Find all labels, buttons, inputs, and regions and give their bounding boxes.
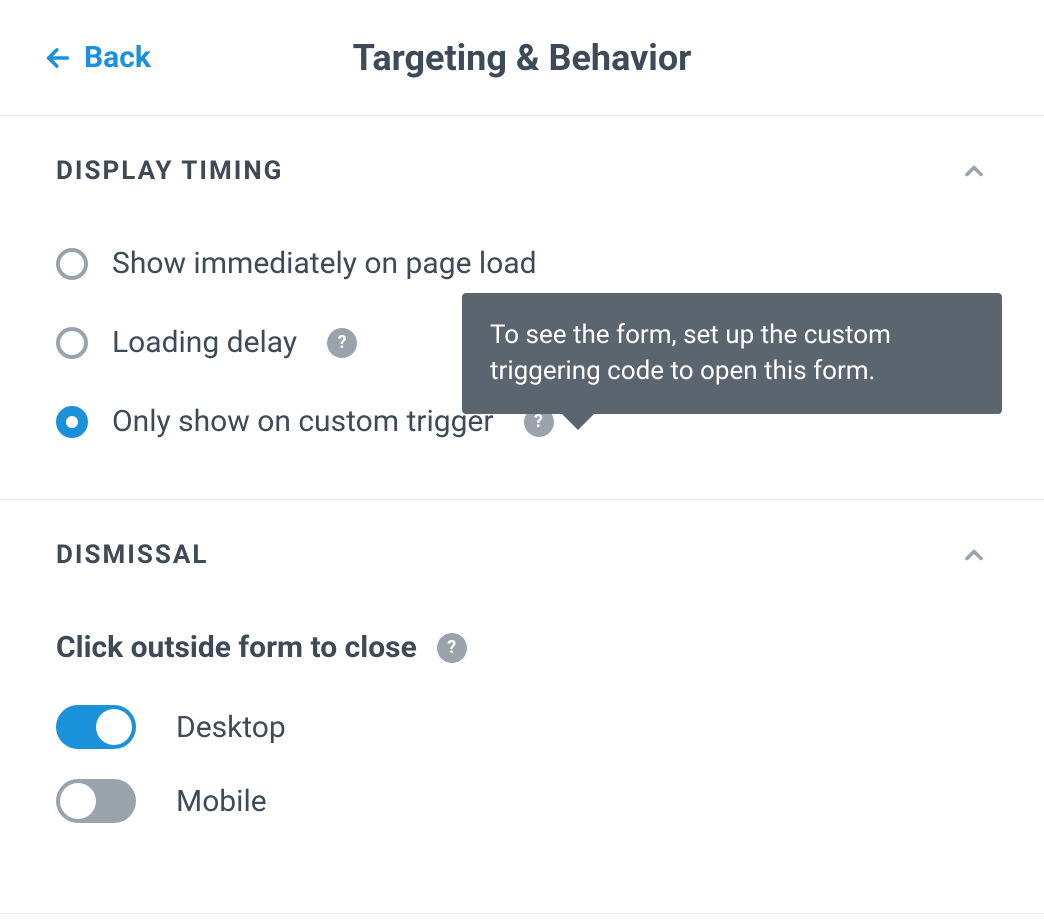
- toggle-mobile[interactable]: [56, 779, 136, 823]
- tooltip: To see the form, set up the custom trigg…: [462, 293, 1002, 414]
- help-icon[interactable]: ?: [437, 633, 467, 663]
- section-dismissal: Dismissal Click outside form to close ? …: [0, 500, 1044, 914]
- toggle-label: Mobile: [176, 784, 267, 819]
- page-title: Targeting & Behavior: [0, 37, 1044, 79]
- back-button[interactable]: Back: [44, 40, 151, 75]
- radio-label: Loading delay: [112, 325, 297, 360]
- help-icon[interactable]: ?: [327, 328, 357, 358]
- arrow-left-icon: [44, 44, 72, 72]
- radio-input[interactable]: [56, 327, 88, 359]
- radio-input[interactable]: [56, 248, 88, 280]
- section-title: Display Timing: [56, 156, 283, 186]
- radio-row-immediate[interactable]: Show immediately on page load: [56, 246, 988, 281]
- back-label: Back: [84, 40, 151, 75]
- radio-label: Only show on custom trigger: [112, 404, 494, 439]
- click-outside-label: Click outside form to close ?: [56, 630, 988, 665]
- radio-input[interactable]: [56, 406, 88, 438]
- toggle-row-desktop: Desktop: [56, 705, 988, 749]
- chevron-up-icon: [960, 157, 988, 185]
- section-title: Dismissal: [56, 540, 208, 570]
- radio-label: Show immediately on page load: [112, 246, 537, 281]
- tooltip-text: To see the form, set up the custom trigg…: [490, 320, 891, 386]
- section-header-dismissal[interactable]: Dismissal: [56, 540, 988, 570]
- toggle-desktop[interactable]: [56, 705, 136, 749]
- chevron-up-icon: [960, 541, 988, 569]
- section-header-display-timing[interactable]: Display Timing: [56, 156, 988, 186]
- toggle-row-mobile: Mobile: [56, 779, 988, 823]
- toggle-label: Desktop: [176, 710, 286, 745]
